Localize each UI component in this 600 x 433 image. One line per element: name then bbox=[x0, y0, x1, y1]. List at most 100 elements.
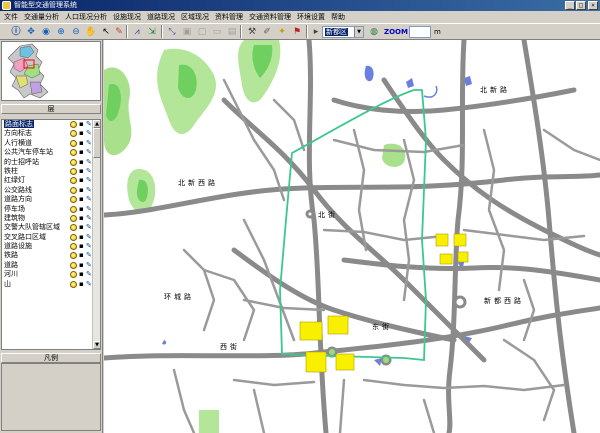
save-icon[interactable]: ▢ bbox=[196, 26, 208, 38]
visibility-bulb-icon[interactable] bbox=[70, 243, 77, 251]
pan-hand-icon[interactable]: ✋ bbox=[85, 26, 97, 38]
layer-item[interactable]: 方向标志 ▪ ✎ bbox=[2, 129, 100, 138]
copy-icon[interactable]: ▭ bbox=[211, 26, 223, 38]
layer-item[interactable]: 人行横道 ▪ ✎ bbox=[2, 139, 100, 148]
chevron-down-icon[interactable]: ▼ bbox=[354, 27, 363, 37]
zoom-in-icon[interactable]: ⊕ bbox=[55, 26, 67, 38]
visibility-bulb-icon[interactable] bbox=[70, 130, 77, 138]
select-arrow-icon[interactable]: ↖ bbox=[100, 26, 112, 38]
layer-item-label: 河川 bbox=[4, 270, 18, 279]
pin-icon[interactable]: ✐ bbox=[261, 26, 273, 38]
layer-scrollbar[interactable]: ▲ ▼ bbox=[92, 120, 100, 349]
maximize-button[interactable]: □ bbox=[576, 1, 586, 10]
layer-item[interactable]: 路面标志 ▪ ✎ bbox=[2, 120, 100, 129]
layer-item[interactable]: 河川 ▪ ✎ bbox=[2, 270, 100, 279]
lock-icon[interactable]: ▪ bbox=[79, 205, 86, 213]
menu-traffic-analysis[interactable]: 交通量分析 bbox=[22, 11, 63, 23]
measure-icon[interactable]: ⤡ bbox=[166, 26, 178, 38]
lock-icon[interactable]: ▪ bbox=[79, 224, 86, 231]
visibility-bulb-icon[interactable] bbox=[70, 121, 77, 128]
lock-icon[interactable]: ▪ bbox=[79, 252, 86, 259]
scroll-thumb[interactable] bbox=[93, 128, 100, 158]
tool-icon[interactable]: ⚒ bbox=[246, 26, 258, 38]
zoom-input[interactable] bbox=[409, 26, 431, 38]
layer-add-icon[interactable]: ⇲ bbox=[146, 26, 158, 38]
layer-item[interactable]: 铁柱 ▪ ✎ bbox=[2, 167, 100, 176]
lock-icon[interactable]: ▪ bbox=[79, 139, 86, 147]
layer-item[interactable]: 的士招呼站 ▪ ✎ bbox=[2, 158, 100, 167]
lock-icon[interactable]: ▪ bbox=[79, 149, 86, 156]
lock-icon[interactable]: ▪ bbox=[79, 158, 86, 166]
layer-item[interactable]: 停车场 ▪ ✎ bbox=[2, 205, 100, 214]
menu-area-status[interactable]: 区域现况 bbox=[179, 11, 213, 23]
menu-help[interactable]: 帮助 bbox=[329, 11, 349, 23]
visibility-bulb-icon[interactable] bbox=[70, 177, 77, 185]
marker-icon[interactable]: ✦ bbox=[276, 26, 288, 38]
map-view[interactable]: 北新西路 北新路 新都西路 东街 北街 西街 环城路 bbox=[104, 40, 600, 433]
lock-icon[interactable]: ▪ bbox=[79, 214, 86, 222]
layer-item[interactable]: 公共汽车停车站 ▪ ✎ bbox=[2, 148, 100, 157]
zoom-extent-icon[interactable]: ◉ bbox=[40, 26, 52, 38]
menu-population-analysis[interactable]: 人口现况分析 bbox=[63, 11, 111, 23]
scroll-up-icon[interactable]: ▲ bbox=[93, 120, 100, 128]
menu-road-status[interactable]: 道路现况 bbox=[145, 11, 179, 23]
layer-item[interactable]: 建筑物 ▪ ✎ bbox=[2, 214, 100, 223]
chart-icon[interactable]: ⩘ bbox=[131, 26, 143, 38]
lock-icon[interactable]: ▪ bbox=[79, 271, 86, 278]
layer-item[interactable]: 公交路线 ▪ ✎ bbox=[2, 186, 100, 195]
overview-map[interactable] bbox=[1, 41, 101, 101]
menu-settings[interactable]: 环境设置 bbox=[295, 11, 329, 23]
visibility-bulb-icon[interactable] bbox=[70, 252, 77, 260]
title-bar: 智能型交通管理系统 _ □ × bbox=[0, 0, 600, 11]
region-select[interactable]: 新都区 ▼ bbox=[322, 26, 364, 38]
menu-file[interactable]: 文件 bbox=[2, 11, 22, 23]
flag-icon[interactable]: ⚑ bbox=[291, 26, 303, 38]
info-icon[interactable]: ⓘ bbox=[10, 26, 22, 38]
lock-icon[interactable]: ▪ bbox=[79, 261, 86, 269]
visibility-bulb-icon[interactable] bbox=[70, 261, 77, 269]
visibility-bulb-icon[interactable] bbox=[70, 149, 77, 157]
visibility-bulb-icon[interactable] bbox=[70, 205, 77, 213]
lock-icon[interactable]: ▪ bbox=[79, 130, 86, 137]
globe-icon[interactable]: ◍ bbox=[368, 26, 380, 38]
layer-item[interactable]: 交叉路口区域 ▪ ✎ bbox=[2, 233, 100, 242]
layer-item[interactable]: 道路 ▪ ✎ bbox=[2, 261, 100, 270]
print-icon[interactable]: ▣ bbox=[181, 26, 193, 38]
visibility-bulb-icon[interactable] bbox=[70, 214, 77, 222]
zoom-out-icon[interactable]: ⊖ bbox=[70, 26, 82, 38]
paste-icon[interactable]: ▤ bbox=[226, 26, 238, 38]
lock-icon[interactable]: ▪ bbox=[79, 233, 86, 241]
visibility-bulb-icon[interactable] bbox=[70, 280, 77, 288]
lock-icon[interactable]: ▪ bbox=[79, 186, 86, 194]
layer-item[interactable]: 交警大队管辖区域 ▪ ✎ bbox=[2, 223, 100, 232]
lock-icon[interactable]: ▪ bbox=[79, 121, 86, 128]
menu-facility-status[interactable]: 设施现况 bbox=[111, 11, 145, 23]
minimize-button[interactable]: _ bbox=[565, 1, 575, 10]
lock-icon[interactable]: ▪ bbox=[79, 167, 86, 175]
visibility-bulb-icon[interactable] bbox=[70, 233, 77, 241]
layer-item[interactable]: 红绿灯 ▪ ✎ bbox=[2, 176, 100, 185]
menu-traffic-data-management[interactable]: 交通资料管理 bbox=[247, 11, 295, 23]
visibility-bulb-icon[interactable] bbox=[70, 158, 77, 166]
visibility-bulb-icon[interactable] bbox=[70, 224, 77, 232]
lock-icon[interactable]: ▪ bbox=[79, 196, 86, 203]
close-button[interactable]: × bbox=[588, 1, 598, 10]
visibility-bulb-icon[interactable] bbox=[70, 186, 77, 194]
layer-item[interactable]: 山 ▪ ✎ bbox=[2, 280, 100, 289]
layer-item-label: 人行横道 bbox=[4, 138, 32, 147]
pan-all-icon[interactable]: ✥ bbox=[25, 26, 37, 38]
visibility-bulb-icon[interactable] bbox=[70, 196, 77, 204]
visibility-bulb-icon[interactable] bbox=[70, 271, 77, 279]
visibility-bulb-icon[interactable] bbox=[70, 139, 77, 147]
lock-icon[interactable]: ▪ bbox=[79, 280, 86, 288]
identify-icon[interactable]: ✎ bbox=[113, 26, 125, 38]
map-canvas[interactable] bbox=[104, 40, 600, 433]
layer-item[interactable]: 铁路 ▪ ✎ bbox=[2, 251, 100, 260]
scroll-down-icon[interactable]: ▼ bbox=[93, 341, 100, 349]
lock-icon[interactable]: ▪ bbox=[79, 177, 86, 184]
layer-item[interactable]: 道路方向 ▪ ✎ bbox=[2, 195, 100, 204]
layer-list[interactable]: 路面标志 ▪ ✎ 方向标志 ▪ ✎ 人行横道 ▪ ✎ 公共汽车停车站 ▪ ✎ 的士招呼站 ▪ ✎ 铁柱 ▪ ✎ 红绿… bbox=[1, 119, 101, 350]
visibility-bulb-icon[interactable] bbox=[70, 167, 77, 175]
lock-icon[interactable]: ▪ bbox=[79, 243, 86, 250]
menu-data-management[interactable]: 资料管理 bbox=[213, 11, 247, 23]
